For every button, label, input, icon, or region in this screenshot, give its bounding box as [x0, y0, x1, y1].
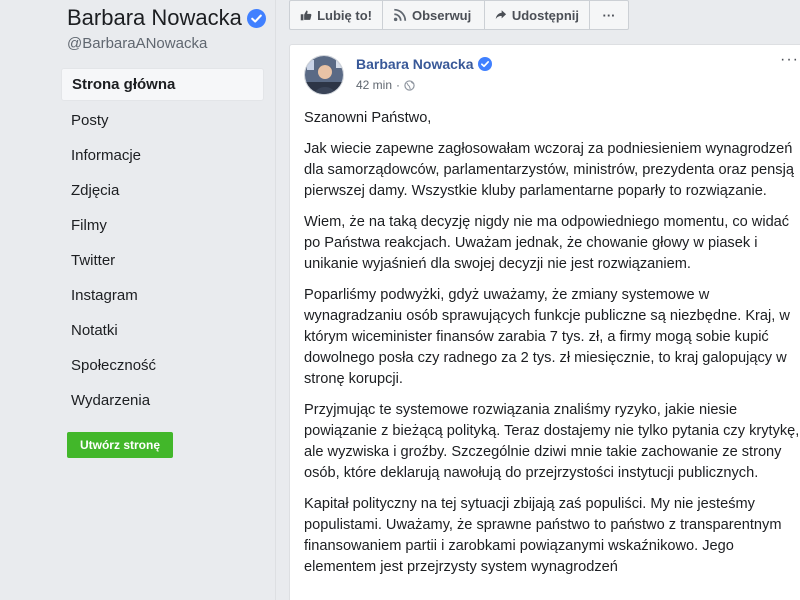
post-paragraph: Jak wiecie zapewne zagłosowałam wczoraj …: [304, 141, 794, 199]
follow-button[interactable]: Obserwuj: [383, 0, 485, 30]
share-arrow-icon: [495, 10, 507, 20]
left-column: Barbara Nowacka @BarbaraANowacka Strona …: [0, 0, 275, 600]
follow-label: Obserwuj: [412, 7, 472, 23]
post-paragraph: Szanowni Państwo,: [304, 110, 432, 126]
nav-item-community[interactable]: Społeczność: [61, 348, 264, 383]
nav-item-twitter[interactable]: Twitter: [61, 243, 264, 278]
post-body: Szanowni Państwo, Jak wiecie zapewne zag…: [304, 108, 800, 588]
page-nav: Strona główna Posty Informacje Zdjęcia F…: [61, 68, 264, 418]
like-label: Lubię to!: [317, 7, 372, 23]
column-divider: [275, 0, 276, 600]
post-meta: 42 min ·: [356, 78, 415, 92]
nav-item-posts[interactable]: Posty: [61, 103, 264, 138]
nav-item-about[interactable]: Informacje: [61, 138, 264, 173]
nav-item-events[interactable]: Wydarzenia: [61, 383, 264, 418]
avatar-photo-icon: [305, 56, 343, 94]
post-card: Barbara Nowacka 42 min · ··· Szanowni Pa…: [289, 44, 800, 600]
post-paragraph: Poparliśmy podwyżki, gdyż uważamy, że zm…: [304, 287, 790, 387]
author-avatar[interactable]: [304, 55, 344, 95]
share-label: Udostępnij: [511, 7, 579, 23]
nav-item-notes[interactable]: Notatki: [61, 313, 264, 348]
page-handle[interactable]: @BarbaraANowacka: [67, 35, 207, 52]
post-author[interactable]: Barbara Nowacka: [356, 56, 492, 72]
verified-badge-icon: [246, 8, 266, 28]
more-options-button[interactable]: ···: [590, 0, 629, 30]
post-paragraph: Wiem, że na taką decyzję nigdy nie ma od…: [304, 214, 790, 272]
page-name-text[interactable]: Barbara Nowacka: [67, 5, 242, 31]
rss-feed-icon: [393, 8, 407, 22]
more-dots-icon: ···: [602, 7, 616, 23]
share-button[interactable]: Udostępnij: [485, 0, 590, 30]
post-options-icon[interactable]: ···: [780, 51, 799, 69]
like-button[interactable]: Lubię to!: [289, 0, 383, 30]
page-action-toolbar: Lubię to! Obserwuj Udostępnij ···: [289, 0, 629, 30]
verified-badge-icon: [477, 57, 492, 71]
thumbs-up-icon: [300, 10, 312, 21]
nav-item-videos[interactable]: Filmy: [61, 208, 264, 243]
meta-separator: ·: [396, 78, 401, 92]
create-page-button[interactable]: Utwórz stronę: [67, 432, 173, 458]
nav-item-photos[interactable]: Zdjęcia: [61, 173, 264, 208]
post-paragraph: Przyjmując te systemowe rozwiązania znal…: [304, 402, 800, 481]
globe-icon[interactable]: [404, 79, 415, 91]
author-name[interactable]: Barbara Nowacka: [356, 56, 474, 72]
page-title[interactable]: Barbara Nowacka: [67, 5, 266, 31]
post-timestamp[interactable]: 42 min: [356, 78, 392, 92]
post-paragraph: Kapitał polityczny na tej sytuacji zbija…: [304, 496, 782, 575]
nav-item-instagram[interactable]: Instagram: [61, 278, 264, 313]
nav-item-home[interactable]: Strona główna: [61, 68, 264, 101]
